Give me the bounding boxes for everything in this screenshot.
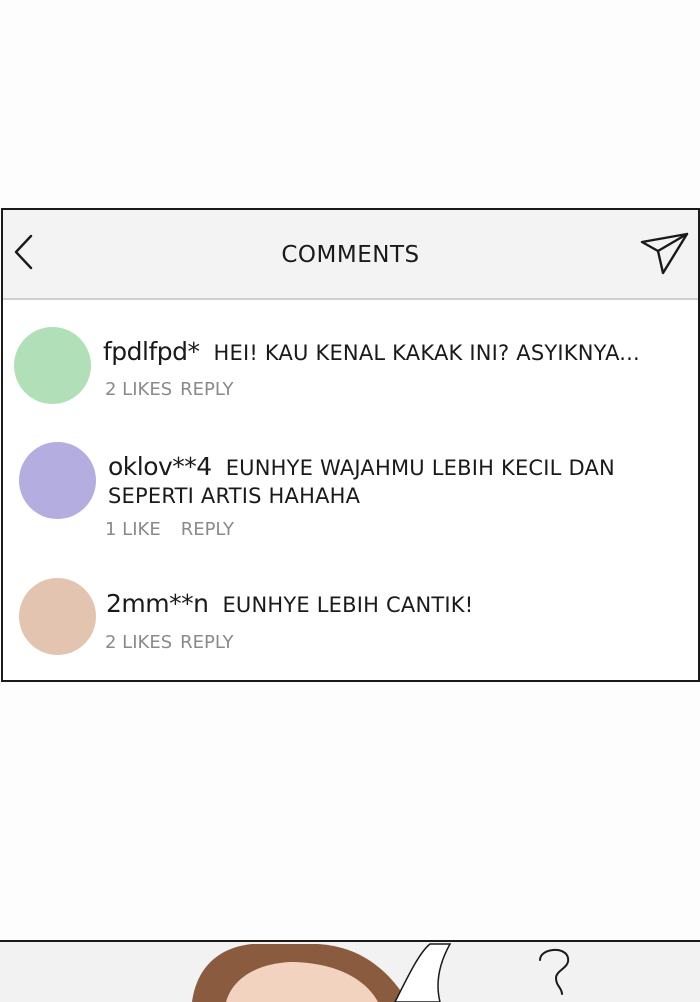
avatar[interactable]	[19, 442, 96, 519]
avatar[interactable]	[14, 327, 91, 404]
panel-header: COMMENTS	[3, 210, 698, 300]
comment-message: HEI! KAU KENAL KAKAK INI? ASYIKNYA...	[213, 341, 640, 365]
comment-item: oklov**4 EUNHYE WAJAHMU LEBIH KECIL DAN S…	[3, 420, 698, 550]
likes-count[interactable]: 1 LIKE	[105, 519, 161, 540]
page-title: COMMENTS	[281, 242, 420, 268]
next-panel-illustration	[0, 940, 700, 1002]
send-icon[interactable]	[640, 230, 690, 276]
username[interactable]: oklov**4	[108, 452, 212, 481]
comment-meta: 2 LIKES REPLY	[105, 379, 242, 400]
comment-item: fpdlfpd* HEI! KAU KENAL KAKAK INI? ASYIKN…	[3, 300, 698, 410]
reply-button[interactable]: REPLY	[180, 379, 233, 400]
character-illustration	[0, 942, 700, 1002]
comment-text: 2mm**n EUNHYE LEBIH CANTIK!	[106, 590, 686, 619]
username[interactable]: fpdlfpd*	[103, 337, 200, 366]
comment-message: EUNHYE LEBIH CANTIK!	[222, 593, 474, 617]
comment-item: 2mm**n EUNHYE LEBIH CANTIK! 2 LIKES REPLY	[3, 560, 698, 675]
comment-meta: 1 LIKE REPLY	[105, 519, 242, 540]
comments-panel: COMMENTS fpdlfpd* HEI! KAU KENAL KAKAK IN…	[1, 208, 700, 682]
comment-text: fpdlfpd* HEI! KAU KENAL KAKAK INI? ASYIKN…	[103, 338, 688, 367]
likes-count[interactable]: 2 LIKES	[105, 379, 172, 400]
comment-text: oklov**4 EUNHYE WAJAHMU LEBIH KECIL DAN S…	[108, 453, 668, 510]
username[interactable]: 2mm**n	[106, 589, 209, 618]
reply-button[interactable]: REPLY	[180, 632, 233, 653]
likes-count[interactable]: 2 LIKES	[105, 632, 172, 653]
comment-meta: 2 LIKES REPLY	[105, 632, 242, 653]
avatar[interactable]	[19, 578, 96, 655]
reply-button[interactable]: REPLY	[181, 519, 234, 540]
